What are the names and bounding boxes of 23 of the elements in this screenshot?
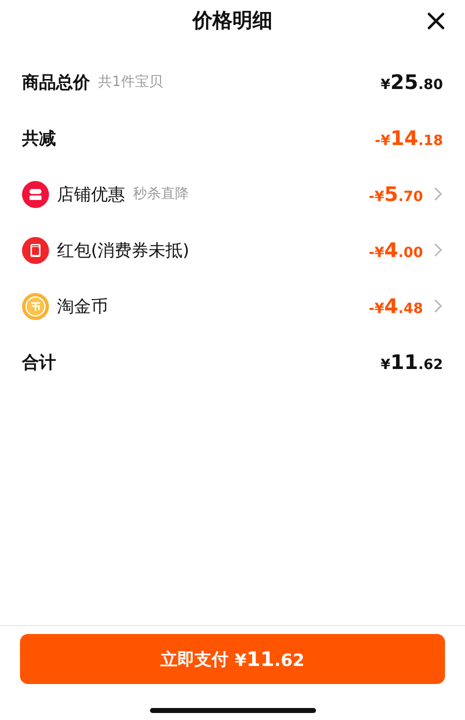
pay-now-button[interactable]: 立即支付 ¥11.62 [20,634,445,684]
row-note: 秒杀直降 [133,185,189,203]
row-label: 淘金币 [57,296,108,318]
row-amount: -¥4.48 [368,294,423,318]
row-amount: ¥11.62 [380,350,443,374]
shop-icon [22,180,49,208]
chevron-right-icon[interactable] [433,298,443,314]
row-label: 合计 [22,352,56,374]
row-amount: ¥25.80 [380,70,443,94]
row-note: 共1件宝贝 [98,73,163,91]
close-button[interactable] [425,10,447,32]
row-label: 红包(消费券未抵) [57,240,190,262]
row-label: 店铺优惠 [57,184,125,206]
row-amount: -¥4.00 [368,238,423,262]
row-amount: -¥5.70 [368,182,423,206]
envelope-icon [22,236,49,264]
coin-icon [22,292,49,320]
panel-title: 价格明细 [192,6,272,34]
row-label: 共减 [22,128,56,150]
row-amount: -¥14.18 [374,126,443,150]
chevron-right-icon[interactable] [433,186,443,202]
chevron-right-icon[interactable] [433,242,443,258]
row-label: 商品总价 [22,72,90,94]
